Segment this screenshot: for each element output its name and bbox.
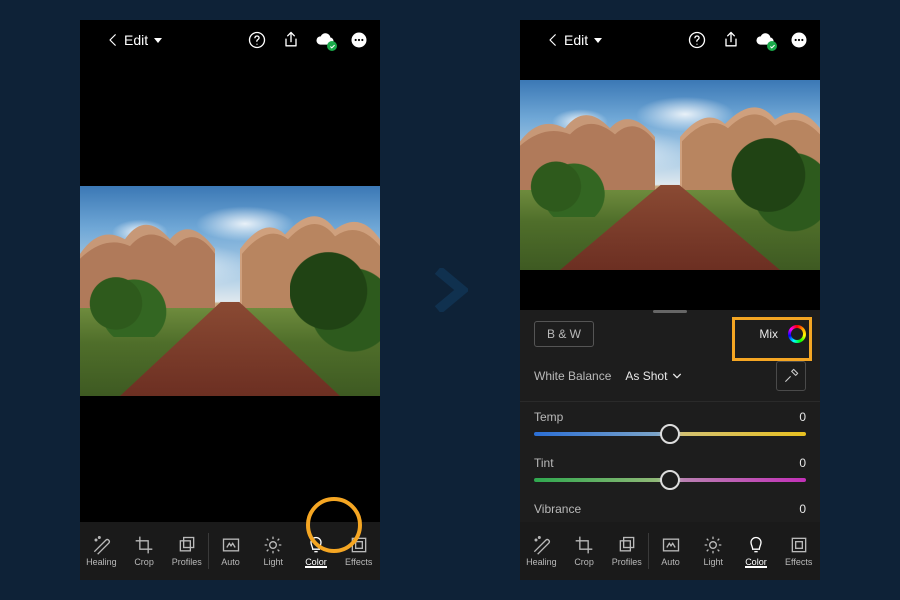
share-icon[interactable] bbox=[720, 29, 742, 51]
photo-preview bbox=[520, 80, 820, 270]
caret-down-icon bbox=[594, 38, 602, 43]
tool-auto[interactable]: Auto bbox=[209, 535, 252, 567]
help-icon[interactable] bbox=[246, 29, 268, 51]
tool-label: Crop bbox=[574, 557, 594, 567]
eyedropper-button[interactable] bbox=[776, 361, 806, 391]
caret-down-icon bbox=[154, 38, 162, 43]
tool-label: Profiles bbox=[172, 557, 202, 567]
slider-tint[interactable]: Tint 0 bbox=[520, 448, 820, 494]
cloud-sync-icon[interactable] bbox=[754, 29, 776, 51]
back-chevron-icon[interactable] bbox=[102, 29, 124, 51]
tool-crop[interactable]: Crop bbox=[563, 535, 606, 567]
bw-toggle-button[interactable]: B & W bbox=[534, 321, 594, 347]
white-balance-label: White Balance bbox=[534, 369, 611, 383]
tool-effects[interactable]: Effects bbox=[777, 535, 820, 567]
chevron-down-icon bbox=[672, 371, 682, 381]
image-canvas[interactable] bbox=[80, 60, 380, 522]
slider-label: Temp bbox=[534, 410, 563, 424]
tool-label: Auto bbox=[221, 557, 240, 567]
top-bar: Edit bbox=[520, 20, 820, 60]
tool-profiles[interactable]: Profiles bbox=[165, 535, 208, 567]
tool-color[interactable]: Color bbox=[735, 535, 778, 567]
slider-temp[interactable]: Temp 0 bbox=[520, 402, 820, 448]
bottom-toolbar: Healing Crop Profiles Auto Light Color bbox=[520, 522, 820, 580]
slider-thumb[interactable] bbox=[660, 424, 680, 444]
slider-value: 0 bbox=[799, 410, 806, 424]
tool-healing[interactable]: Healing bbox=[80, 535, 123, 567]
bottom-toolbar: Healing Crop Profiles Auto Light Color bbox=[80, 522, 380, 580]
white-balance-value: As Shot bbox=[625, 369, 667, 383]
bw-label: B & W bbox=[547, 327, 581, 341]
tool-label: Healing bbox=[526, 557, 557, 567]
white-balance-dropdown[interactable]: As Shot bbox=[625, 369, 682, 383]
image-canvas[interactable] bbox=[520, 60, 820, 310]
tool-label: Profiles bbox=[612, 557, 642, 567]
step-arrow-icon bbox=[432, 268, 468, 312]
slider-thumb[interactable] bbox=[660, 470, 680, 490]
tool-label: Effects bbox=[785, 557, 812, 567]
tool-color[interactable]: Color bbox=[295, 535, 338, 567]
slider-vibrance[interactable]: Vibrance 0 bbox=[520, 494, 820, 522]
slider-label: Tint bbox=[534, 456, 554, 470]
tool-label: Healing bbox=[86, 557, 117, 567]
share-icon[interactable] bbox=[280, 29, 302, 51]
tool-effects[interactable]: Effects bbox=[337, 535, 380, 567]
phone-screen-after: Edit bbox=[520, 20, 820, 580]
cloud-sync-icon[interactable] bbox=[314, 29, 336, 51]
edit-title: Edit bbox=[564, 32, 588, 48]
edit-menu[interactable]: Edit bbox=[124, 32, 162, 48]
tool-label: Crop bbox=[134, 557, 154, 567]
tool-light[interactable]: Light bbox=[252, 535, 295, 567]
color-panel: B & W Mix White Balance As Shot bbox=[520, 310, 820, 522]
more-icon[interactable] bbox=[788, 29, 810, 51]
tool-profiles[interactable]: Profiles bbox=[605, 535, 648, 567]
slider-track[interactable] bbox=[534, 478, 806, 482]
tool-light[interactable]: Light bbox=[692, 535, 735, 567]
slider-label: Vibrance bbox=[534, 502, 581, 516]
help-icon[interactable] bbox=[686, 29, 708, 51]
top-bar: Edit bbox=[80, 20, 380, 60]
tool-label: Auto bbox=[661, 557, 680, 567]
tool-healing[interactable]: Healing bbox=[520, 535, 563, 567]
mix-button[interactable]: Mix bbox=[759, 325, 806, 343]
slider-value: 0 bbox=[799, 456, 806, 470]
edit-menu[interactable]: Edit bbox=[564, 32, 602, 48]
slider-track[interactable] bbox=[534, 432, 806, 436]
back-chevron-icon[interactable] bbox=[542, 29, 564, 51]
tool-label: Color bbox=[745, 557, 767, 567]
tool-crop[interactable]: Crop bbox=[123, 535, 166, 567]
highlight-box-mix bbox=[732, 317, 812, 361]
tool-label: Light bbox=[703, 557, 723, 567]
edit-title: Edit bbox=[124, 32, 148, 48]
tool-label: Light bbox=[263, 557, 283, 567]
tool-label: Color bbox=[305, 557, 327, 567]
photo-preview bbox=[80, 186, 380, 396]
slider-value: 0 bbox=[799, 502, 806, 516]
more-icon[interactable] bbox=[348, 29, 370, 51]
tool-label: Effects bbox=[345, 557, 372, 567]
phone-screen-before: Edit bbox=[80, 20, 380, 580]
tool-auto[interactable]: Auto bbox=[649, 535, 692, 567]
eyedropper-icon bbox=[783, 368, 799, 384]
